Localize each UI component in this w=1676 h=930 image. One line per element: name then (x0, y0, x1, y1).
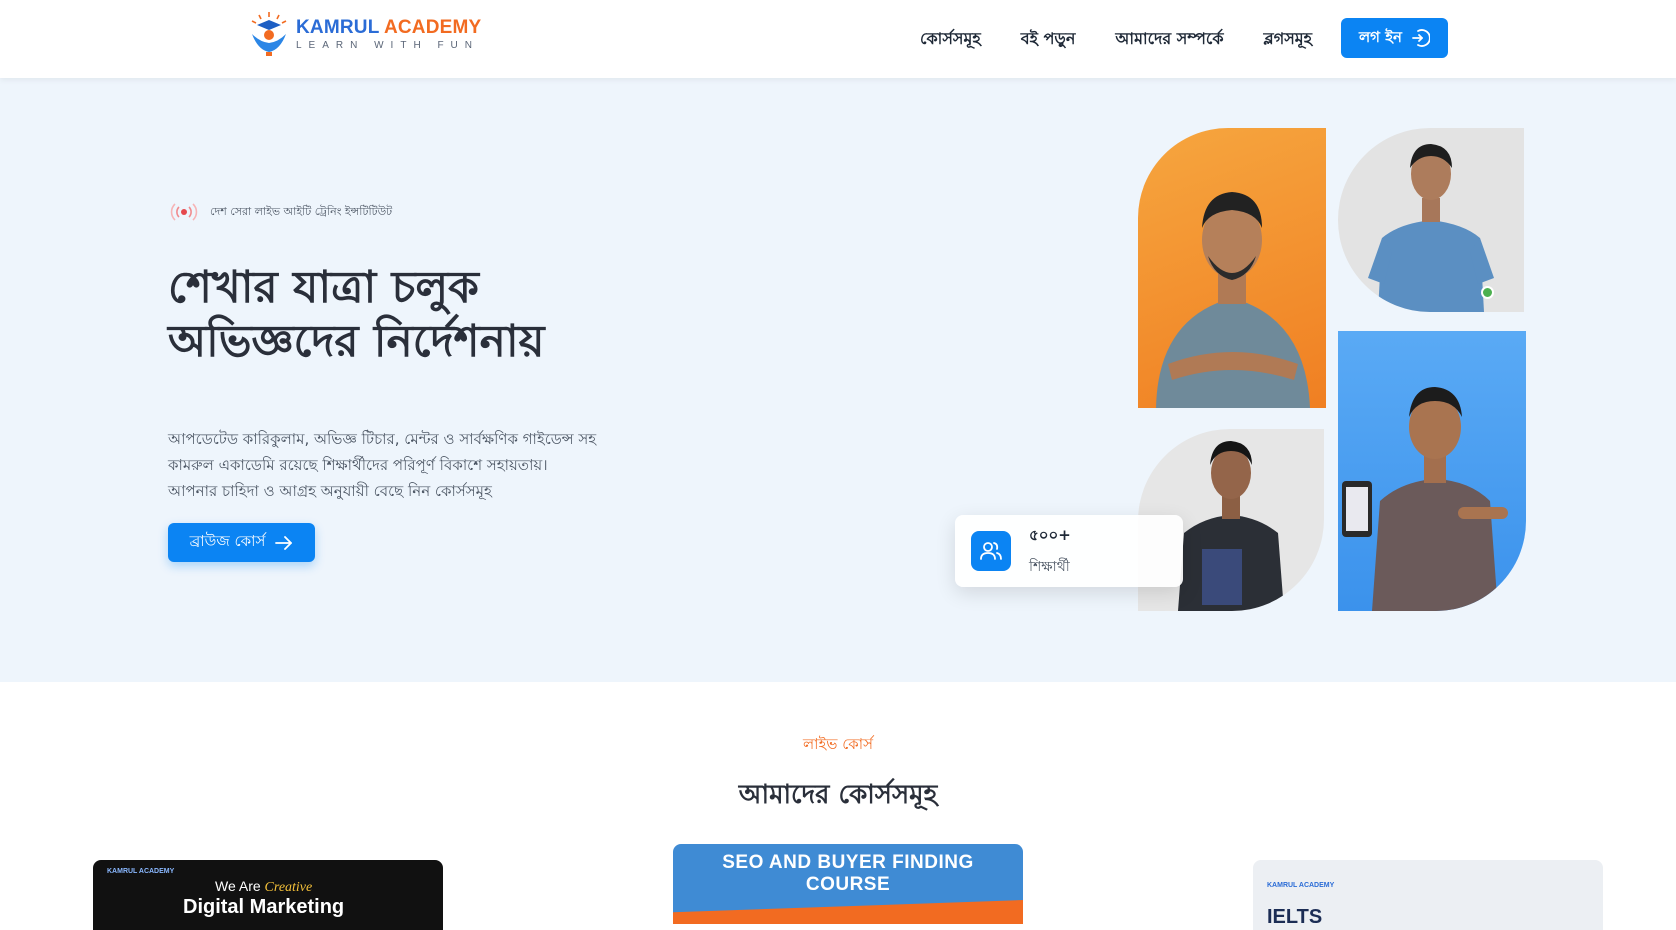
course-card-title-line-1: SEO AND BUYER FINDING (722, 852, 974, 873)
students-icon (971, 531, 1011, 571)
hero-description-line-1: আপডেটেড কারিকুলাম, অভিজ্ঞ টিচার, মেন্টর … (168, 430, 597, 448)
nav-item-blogs[interactable]: ব্লগসমূহ (1264, 26, 1313, 53)
login-button[interactable]: লগ ইন (1341, 18, 1448, 58)
live-broadcast-icon (170, 203, 198, 221)
online-status-dot (1481, 286, 1494, 299)
course-card-seo[interactable]: SEO AND BUYER FINDING COURSE (673, 844, 1023, 924)
login-button-label: লগ ইন (1359, 27, 1402, 46)
brand-logo[interactable]: KAMRUL ACADEMY LEARN WITH FUN (246, 10, 481, 58)
course-card-title: SEO AND BUYER FINDING COURSE (673, 852, 1023, 896)
browse-courses-button[interactable]: ব্রাউজ কোর্স (168, 523, 315, 562)
students-count: ৫০০+ (1029, 525, 1071, 544)
hero-badge: দেশ সেরা লাইভ আইটি ট্রেনিং ইন্সটিটিউট (168, 200, 392, 224)
instructor-photo-4 (1338, 331, 1526, 611)
top-navbar: KAMRUL ACADEMY LEARN WITH FUN কোর্সসমূহ … (0, 0, 1676, 78)
main-nav: কোর্সসমূহ বই পড়ুন আমাদের সম্পর্কে ব্লগস… (920, 26, 1352, 53)
course-card-tagline-accent: Creative (264, 880, 313, 895)
courses-section-title: আমাদের কোর্সসমূহ (738, 780, 938, 810)
hero-title: শেখার যাত্রা চলুক অভিজ্ঞদের নির্দেশনায় (168, 262, 788, 368)
login-icon (1412, 29, 1430, 47)
hero-description: আপডেটেড কারিকুলাম, অভিজ্ঞ টিচার, মেন্টর … (168, 426, 608, 504)
course-card-tagline-text: We Are (215, 878, 261, 894)
hero-description-line-2: কামরুল একাডেমি রয়েছে শিক্ষার্থীদের পরিপ… (168, 456, 548, 474)
course-card-brand: KAMRUL ACADEMY (1267, 882, 1335, 889)
course-card-ielts[interactable]: KAMRUL ACADEMY IELTS (1253, 860, 1603, 930)
brand-name-primary: KAMRUL (296, 16, 380, 38)
nav-item-read-books[interactable]: বই পড়ুন (1021, 26, 1076, 53)
brand-tagline: LEARN WITH FUN (296, 39, 479, 51)
nav-item-about-us[interactable]: আমাদের সম্পর্কে (1115, 26, 1223, 53)
course-card-tagline: We Are Creative (215, 878, 312, 896)
students-label: শিক্ষার্থী (1029, 558, 1070, 575)
students-stat-card: ৫০০+ শিক্ষার্থী (955, 515, 1183, 587)
logo-mark-icon (246, 10, 292, 58)
browse-courses-label: ব্রাউজ কোর্স (189, 532, 266, 550)
course-card-title: Digital Marketing (183, 896, 345, 918)
course-card-digital-marketing[interactable]: KAMRUL ACADEMY We Are Creative Digital M… (93, 860, 443, 930)
hero-description-line-3: আপনার চাহিদা ও আগ্রহ অনুযায়ী বেছে নিন ক… (168, 482, 492, 500)
nav-item-courses[interactable]: কোর্সসমূহ (920, 26, 981, 53)
instructor-photo-2 (1338, 128, 1524, 312)
course-card-title-line-2: COURSE (805, 874, 891, 895)
course-card-brand: KAMRUL ACADEMY (107, 868, 175, 875)
hero-title-line-1: শেখার যাত্রা চলুক (168, 262, 479, 313)
instructor-photo-1 (1138, 128, 1326, 408)
brand-name: KAMRUL ACADEMY (296, 16, 482, 38)
hero-title-line-2: অভিজ্ঞদের নির্দেশনায় (168, 316, 545, 367)
hero-badge-text: দেশ সেরা লাইভ আইটি ট্রেনিং ইন্সটিটিউট (210, 204, 393, 218)
brand-name-secondary: ACADEMY (383, 16, 482, 38)
arrow-right-icon (275, 535, 293, 550)
course-card-stripe (673, 899, 1023, 924)
courses-section-kicker: লাইভ কোর্স (802, 735, 874, 753)
